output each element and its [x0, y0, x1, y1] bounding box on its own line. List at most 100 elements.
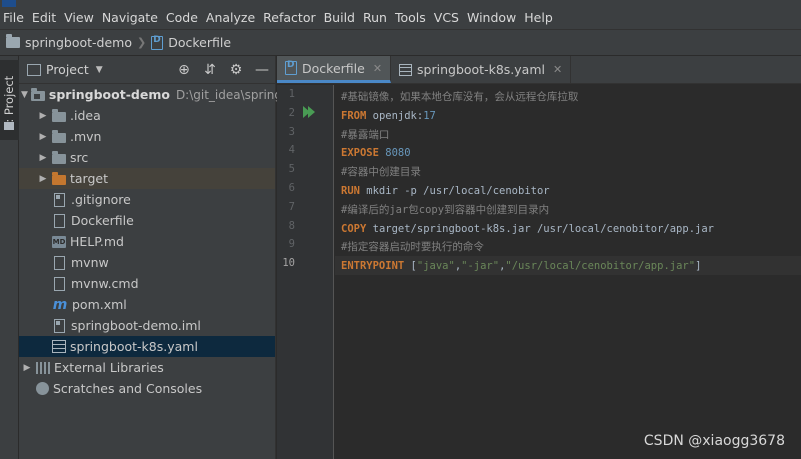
- tree-item-label: .mvn: [70, 129, 102, 144]
- window-title-bar: [0, 0, 801, 7]
- menu-run[interactable]: Run: [359, 7, 391, 29]
- code-line: #暴露端口: [341, 126, 389, 144]
- tree-item-scratches[interactable]: Scratches and Consoles: [19, 378, 275, 399]
- dockerfile-icon: [54, 213, 65, 228]
- code-token: [: [404, 260, 417, 273]
- editor-gutter[interactable]: 1 2 3 4 5 6 7 8 9 10: [277, 85, 334, 459]
- tree-item-label: src: [70, 150, 89, 165]
- library-icon: [36, 361, 50, 374]
- tree-item-target[interactable]: ▶ target: [19, 168, 275, 189]
- code-token: ]: [695, 260, 702, 273]
- line-number: 2: [288, 106, 295, 119]
- tree-item-label: Scratches and Consoles: [53, 381, 203, 396]
- folder-icon: [52, 108, 66, 122]
- gear-icon[interactable]: ⚙: [227, 61, 245, 79]
- chevron-right-icon[interactable]: ▶: [37, 132, 49, 142]
- code-token: 17: [423, 109, 436, 122]
- menu-edit[interactable]: Edit: [28, 7, 60, 29]
- code-token: openjdk:: [366, 109, 424, 122]
- tree-item-dockerfile[interactable]: Dockerfile: [19, 210, 275, 231]
- menu-code[interactable]: Code: [162, 7, 202, 29]
- tree-item-gitignore[interactable]: .gitignore: [19, 189, 275, 210]
- tree-item-mvnw[interactable]: mvnw: [19, 252, 275, 273]
- close-icon[interactable]: ✕: [553, 63, 562, 76]
- tree-item-mvn[interactable]: ▶ .mvn: [19, 126, 275, 147]
- menu-view[interactable]: View: [60, 7, 98, 29]
- code-token: "-jar": [461, 260, 500, 273]
- menu-vcs[interactable]: VCS: [430, 7, 463, 29]
- minimize-icon[interactable]: —: [253, 61, 271, 79]
- tree-item-iml[interactable]: springboot-demo.iml: [19, 315, 275, 336]
- chevron-down-icon[interactable]: ▼: [21, 90, 28, 100]
- tab-label: springboot-k8s.yaml: [417, 62, 545, 77]
- tree-item-k8s-yaml[interactable]: springboot-k8s.yaml: [19, 336, 275, 357]
- code-token: RUN: [341, 185, 360, 197]
- file-icon: [54, 255, 65, 270]
- menu-navigate[interactable]: Navigate: [98, 7, 162, 29]
- dockerfile-icon: [151, 35, 164, 50]
- code-line: COPY target/springboot-k8s.jar /usr/loca…: [341, 220, 714, 238]
- tree-item-label: Dockerfile: [71, 213, 134, 228]
- tab-dockerfile[interactable]: Dockerfile ✕: [277, 56, 392, 83]
- tree-item-external-libraries[interactable]: ▶ External Libraries: [19, 357, 275, 378]
- breadcrumb-project[interactable]: springboot-demo: [25, 35, 132, 50]
- chevron-right-icon[interactable]: ▶: [37, 153, 49, 163]
- menu-tools[interactable]: Tools: [391, 7, 430, 29]
- code-editor[interactable]: #基础镜像，如果本地仓库没有，会从远程仓库拉取 FROM openjdk:17 #暴…: [335, 85, 801, 459]
- project-view-icon: [27, 63, 41, 76]
- left-tool-stripe: 1: Project: [0, 56, 19, 459]
- code-line: #编译后的jar包copy到容器中创建到目录内: [341, 201, 549, 219]
- code-line: RUN mkdir -p /usr/local/cenobitor: [341, 182, 550, 200]
- tree-root[interactable]: ▼ springboot-demo D:\git_idea\spring: [19, 84, 282, 105]
- line-number: 6: [288, 182, 295, 194]
- tree-item-pom-xml[interactable]: m pom.xml: [19, 294, 275, 315]
- locate-file-icon[interactable]: ⊕: [175, 61, 193, 79]
- dockerfile-icon: [285, 60, 297, 75]
- tree-item-label: HELP.md: [70, 234, 124, 249]
- line-number: 7: [288, 200, 295, 213]
- menu-build[interactable]: Build: [320, 7, 359, 29]
- chevron-right-icon: ❯: [137, 36, 147, 49]
- chevron-right-icon[interactable]: ▶: [37, 174, 49, 184]
- tree-item-label: .idea: [70, 108, 101, 123]
- tree-item-idea[interactable]: ▶ .idea: [19, 105, 275, 126]
- code-token: 8080: [385, 147, 411, 160]
- menu-help[interactable]: Help: [520, 7, 557, 29]
- code-token: FROM: [341, 109, 367, 122]
- project-panel: Project ▼ ⊕ ⇵ ⚙ — ▼ springboot-demo D:\g…: [19, 56, 282, 459]
- code-token: ENTRYPOINT: [341, 260, 405, 273]
- folder-icon: [4, 122, 14, 130]
- menu-window[interactable]: Window: [463, 7, 520, 29]
- tree-root-name: springboot-demo: [48, 87, 170, 102]
- breadcrumb-file[interactable]: Dockerfile: [168, 35, 231, 50]
- chevron-right-icon[interactable]: ▶: [37, 111, 49, 121]
- module-file-icon: [54, 318, 65, 333]
- code-token: mkdir -p /usr/local/cenobitor: [359, 185, 550, 197]
- chevron-down-icon[interactable]: ▼: [96, 65, 103, 75]
- tab-springboot-k8s-yaml[interactable]: springboot-k8s.yaml ✕: [391, 56, 572, 83]
- code-token: #容器中创建目录: [341, 166, 421, 179]
- collapse-all-icon[interactable]: ⇵: [201, 61, 219, 79]
- tree-item-label: target: [70, 171, 109, 186]
- tree-item-label: pom.xml: [72, 297, 127, 312]
- line-number: 1: [288, 88, 295, 100]
- tree-item-help-md[interactable]: MD HELP.md: [19, 231, 275, 252]
- tab-label: Dockerfile: [302, 60, 365, 76]
- tree-item-label: springboot-k8s.yaml: [70, 339, 198, 354]
- code-line: #基础镜像，如果本地仓库没有，会从远程仓库拉取: [341, 88, 578, 106]
- project-panel-title[interactable]: Project: [46, 62, 89, 77]
- tree-item-mvnw-cmd[interactable]: mvnw.cmd: [19, 273, 275, 294]
- tree-item-src[interactable]: ▶ src: [19, 147, 275, 168]
- menu-file[interactable]: File: [0, 7, 28, 29]
- tree-item-label: mvnw.cmd: [71, 276, 139, 291]
- code-token: #编译后的jar包copy到容器中创建到目录内: [341, 203, 550, 216]
- code-line: ENTRYPOINT ["java","-jar","/usr/local/ce…: [341, 257, 701, 275]
- yaml-file-icon: [52, 340, 66, 353]
- close-icon[interactable]: ✕: [373, 62, 382, 75]
- line-number: 10: [282, 257, 295, 270]
- run-icon[interactable]: [303, 106, 315, 118]
- line-number: 8: [288, 219, 295, 232]
- menu-refactor[interactable]: Refactor: [259, 7, 319, 29]
- chevron-right-icon[interactable]: ▶: [21, 363, 33, 373]
- menu-analyze[interactable]: Analyze: [202, 7, 259, 29]
